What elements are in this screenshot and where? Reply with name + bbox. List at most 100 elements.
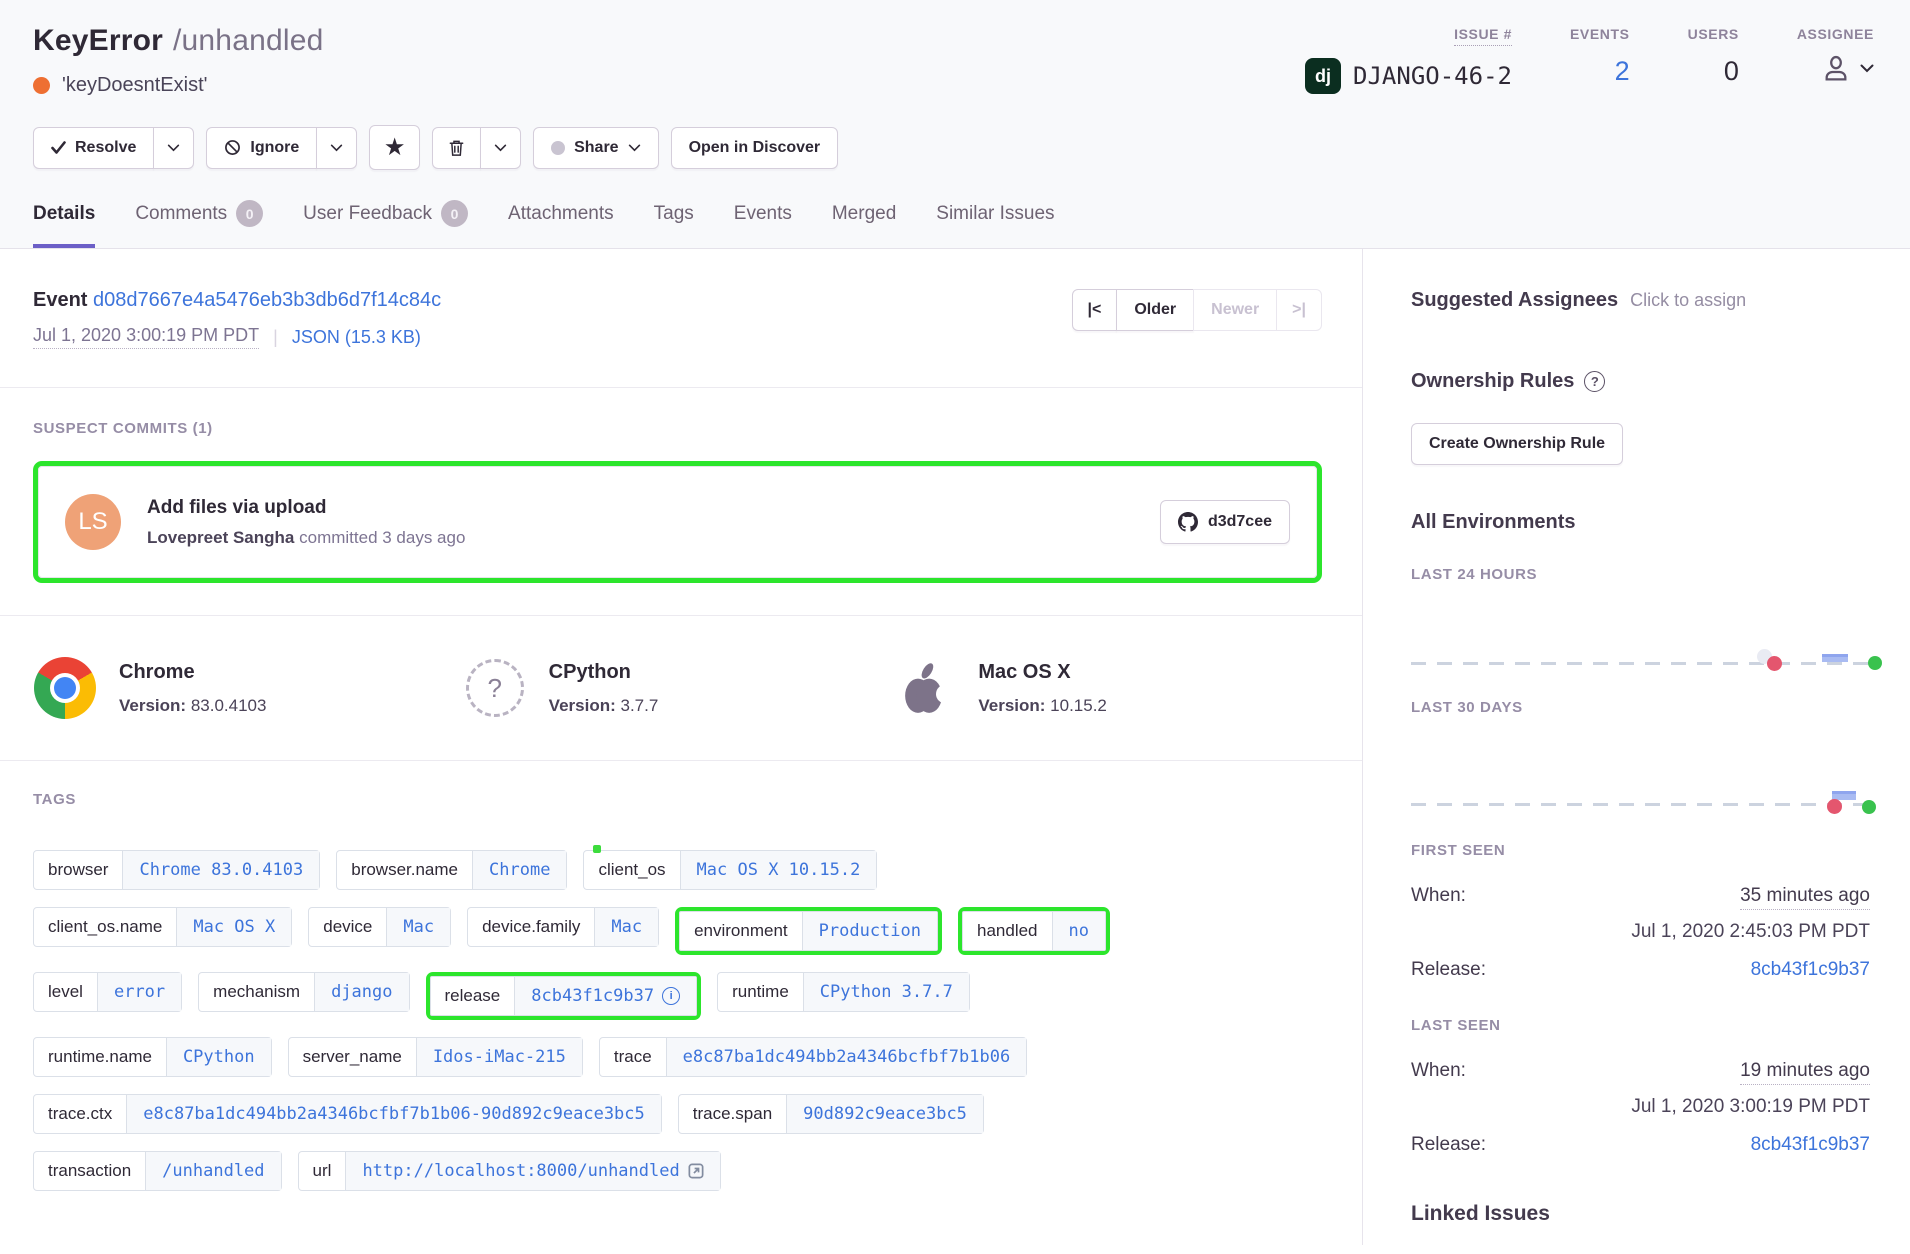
chrome-icon [33,656,97,720]
tag-value-text: Mac [403,917,434,937]
chart-label-30d: LAST 30 DAYS [1411,699,1870,716]
resolve-label: Resolve [75,139,136,157]
events-count[interactable]: 2 [1570,56,1630,87]
tab-details[interactable]: Details [33,200,95,248]
context-name: CPython [549,661,659,684]
tab-merged[interactable]: Merged [832,200,896,248]
older-event-button[interactable]: Older [1116,289,1194,331]
ignore-dropdown-button[interactable] [316,127,357,169]
issue-detail-page: KeyError/unhandled 'keyDoesntExist' ISSU… [0,0,1910,1254]
tag-value-link[interactable]: CPython 3.7.7 [803,973,969,1011]
tag-key: trace [600,1038,666,1076]
create-ownership-rule-button[interactable]: Create Ownership Rule [1411,423,1623,465]
tag-value-link[interactable]: Chrome 83.0.4103 [122,851,319,889]
tag-value-link[interactable]: Mac [386,908,450,946]
issue-number-label: ISSUE # [1454,26,1512,46]
event-id-link[interactable]: d08d7667e4a5476eb3b3db6d7f14c84c [93,289,441,311]
tag-value-link[interactable]: Mac OS X 10.15.2 [680,851,877,889]
tag-value-link[interactable]: no [1052,912,1105,950]
resolve-dropdown-button[interactable] [153,127,194,169]
delete-button[interactable] [432,127,481,169]
context-name: Chrome [119,661,266,684]
tag-handled: handledno [962,911,1106,951]
tag-value-link[interactable]: http://localhost:8000/unhandled [345,1152,719,1190]
context-cpython: ?CPythonVersion: 3.7.7 [463,656,893,720]
users-count: 0 [1688,56,1739,87]
tag-value-text: Mac OS X 10.15.2 [697,860,861,880]
release-marker-bar [1822,654,1848,662]
event-details-main: Event d08d7667e4a5476eb3b3db6d7f14c84c J… [0,249,1362,1245]
tag-key: runtime.name [34,1038,166,1076]
tag-value-link[interactable]: Production [802,912,937,950]
tag-value-text: 90d892c9eace3bc5 [803,1104,967,1124]
commit-author-avatar: LS [65,494,121,550]
tag-value-link[interactable]: error [97,973,181,1011]
help-icon[interactable]: ? [1584,371,1605,392]
commit-sha-button[interactable]: d3d7cee [1160,500,1290,544]
assignee-label: ASSIGNEE [1797,26,1874,42]
tag-value-link[interactable]: Idos-iMac-215 [416,1038,582,1076]
tag-value-link[interactable]: Chrome [472,851,566,889]
event-json-link[interactable]: JSON (15.3 KB) [292,327,421,348]
tag-key: transaction [34,1152,145,1190]
tag-key: client_os [584,851,679,889]
tab-label: Details [33,203,95,225]
tag-value-link[interactable]: Mac [594,908,658,946]
tab-user-feedback[interactable]: User Feedback 0 [303,200,468,248]
tag-value-link[interactable]: 90d892c9eace3bc5 [786,1095,983,1133]
tag-value-link[interactable]: CPython [166,1038,271,1076]
assignee-dropdown[interactable] [1797,52,1874,84]
commit-sha: d3d7cee [1208,513,1272,531]
tag-value-text: Chrome [489,860,550,880]
chart-baseline [1411,803,1870,806]
last-seen-relative: 19 minutes ago [1740,1060,1870,1085]
tag-value-link[interactable]: e8c87ba1dc494bb2a4346bcfbf7b1b06 [666,1038,1027,1076]
info-icon[interactable]: i [662,987,680,1005]
tab-similar-issues[interactable]: Similar Issues [936,200,1054,248]
tag-value-text: 8cb43f1c9b37 [531,986,654,1006]
tag-device: deviceMac [308,907,451,947]
tag-value-text: no [1069,921,1089,941]
newer-event-button: Newer [1193,289,1277,331]
tag-value-link[interactable]: django [314,973,408,1011]
first-seen-release-link[interactable]: 8cb43f1c9b37 [1751,959,1870,981]
open-in-discover-button[interactable]: Open in Discover [671,127,839,169]
tab-label: User Feedback [303,203,432,225]
tag-highlight-environment: environmentProduction [675,907,942,955]
tag-value-link[interactable]: e8c87ba1dc494bb2a4346bcfbf7b1b06-90d892c… [126,1095,661,1133]
tag-key: environment [680,912,802,950]
events-chart-30d [1411,720,1870,814]
tag-client-os-name: client_os.nameMac OS X [33,907,292,947]
context-text: Mac OS XVersion: 10.15.2 [978,661,1107,716]
tag-value-link[interactable]: /unhandled [145,1152,280,1190]
ignore-button[interactable]: Ignore [206,127,317,169]
oldest-event-button[interactable]: |< [1072,289,1118,331]
tab-attachments[interactable]: Attachments [508,200,614,248]
newest-event-button: >| [1276,289,1322,331]
external-link-icon [688,1163,704,1179]
suspect-commit-card: LS Add files via upload Lovepreet Sangha… [38,466,1317,578]
commit-author: Lovepreet Sangha [147,528,294,547]
bookmark-star-button[interactable]: ★ [369,125,420,170]
chevron-down-icon [167,144,180,152]
last-seen-release-link[interactable]: 8cb43f1c9b37 [1751,1134,1870,1156]
tab-events[interactable]: Events [734,200,792,248]
stat-users: USERS 0 [1688,26,1739,97]
tab-tags[interactable]: Tags [654,200,694,248]
tab-count-badge: 0 [441,200,468,227]
share-status-dot [551,141,565,155]
resolve-button[interactable]: Resolve [33,127,154,169]
tag-url: urlhttp://localhost:8000/unhandled [298,1151,721,1191]
suspect-commits-heading: SUSPECT COMMITS (1) [33,420,1322,437]
share-button[interactable]: Share [533,127,658,169]
tab-comments[interactable]: Comments0 [135,200,263,248]
tag-value-link[interactable]: Mac OS X [176,908,291,946]
tag-row: browserChrome 83.0.4103browser.nameChrom… [33,850,1322,890]
delete-dropdown-button[interactable] [480,127,521,169]
unknown-runtime-icon: ? [463,656,527,720]
tag-device-family: device.familyMac [467,907,659,947]
tag-row: client_os.nameMac OS X deviceMac device.fa… [33,907,1322,955]
event-contexts: ChromeVersion: 83.0.4103?CPythonVersion:… [0,616,1362,760]
tag-value-link[interactable]: 8cb43f1c9b37 i [514,977,696,1015]
context-version: Version: 10.15.2 [978,696,1107,716]
